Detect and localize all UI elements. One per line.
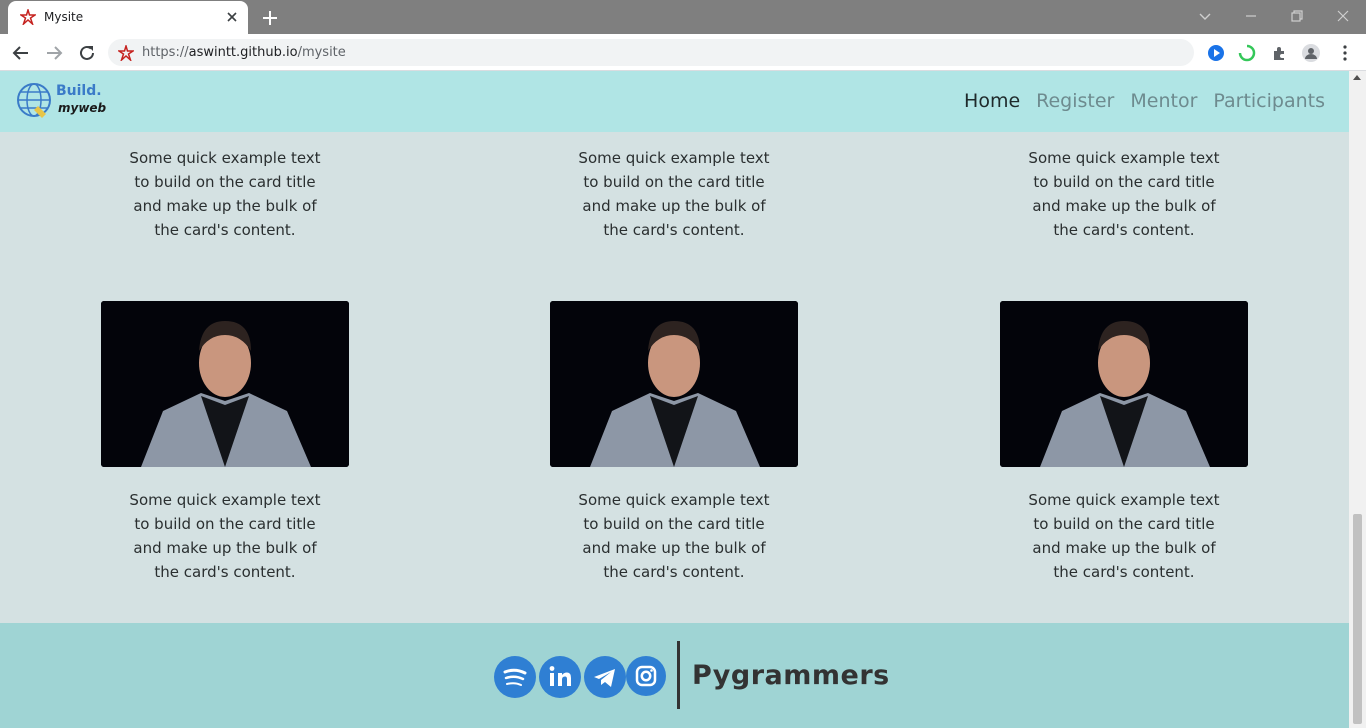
- card-image: [550, 301, 798, 467]
- brand-name-line1: Build.: [56, 83, 102, 99]
- nav-link-mentor[interactable]: Mentor: [1130, 90, 1197, 112]
- close-tab-icon[interactable]: [224, 9, 240, 25]
- card-text: Some quick example text to build on the …: [1028, 149, 1220, 239]
- back-icon[interactable]: [10, 42, 32, 64]
- person-photo-icon: [1000, 301, 1248, 467]
- person-photo-icon: [101, 301, 349, 467]
- site-favicon-icon: [20, 9, 36, 25]
- globe-logo-icon: [17, 83, 51, 118]
- browser-toolbar: https://aswintt.github.io/mysite: [0, 34, 1366, 71]
- card-image: [1000, 301, 1248, 467]
- person-photo-icon: [550, 301, 798, 467]
- site-info-icon[interactable]: [118, 45, 134, 61]
- reload-icon[interactable]: [76, 42, 98, 64]
- close-window-icon[interactable]: [1333, 6, 1353, 26]
- nav-link-home[interactable]: Home: [964, 90, 1020, 112]
- restore-icon[interactable]: [1287, 6, 1307, 26]
- footer-brand-name: Pygrammers: [692, 660, 890, 691]
- card-text: Some quick example text to build on the …: [578, 149, 770, 239]
- card-text: Some quick example text to build on the …: [129, 149, 321, 239]
- profile-avatar-icon[interactable]: [1301, 43, 1321, 63]
- tab-title: Mysite: [44, 10, 84, 24]
- scroll-up-arrow-icon[interactable]: [1353, 75, 1361, 80]
- card-text: Some quick example text to build on the …: [129, 491, 321, 581]
- menu-kebab-icon[interactable]: [1335, 43, 1355, 63]
- spotify-icon[interactable]: [494, 656, 536, 698]
- page-viewport: Build. myweb Home Register Mentor Partic…: [0, 71, 1349, 728]
- card-text: Some quick example text to build on the …: [578, 491, 770, 581]
- extensions-icon[interactable]: [1270, 43, 1290, 63]
- instagram-icon[interactable]: [626, 656, 666, 696]
- brand-name-line2: myweb: [58, 101, 107, 115]
- footer-divider: [677, 641, 680, 709]
- page-scrollbar[interactable]: [1349, 71, 1366, 728]
- site-footer: Pygrammers: [0, 623, 1349, 728]
- site-logo[interactable]: Build. myweb: [16, 82, 106, 122]
- address-bar[interactable]: https://aswintt.github.io/mysite: [108, 39, 1194, 66]
- site-navbar: Build. myweb Home Register Mentor Partic…: [0, 71, 1349, 132]
- browser-tab-strip: Mysite: [0, 0, 1366, 34]
- minimize-icon[interactable]: [1241, 6, 1261, 26]
- nav-link-participants[interactable]: Participants: [1213, 90, 1325, 112]
- forward-icon[interactable]: [43, 42, 65, 64]
- browser-tab[interactable]: Mysite: [8, 1, 248, 34]
- media-extension-icon[interactable]: [1206, 43, 1226, 63]
- linkedin-icon[interactable]: [539, 656, 581, 698]
- card-image: [101, 301, 349, 467]
- tab-search-icon[interactable]: [1195, 6, 1215, 26]
- telegram-icon[interactable]: [584, 656, 626, 698]
- scrollbar-thumb[interactable]: [1353, 514, 1362, 724]
- nav-link-register[interactable]: Register: [1036, 90, 1114, 112]
- new-tab-icon[interactable]: [260, 8, 280, 28]
- nav-links: Home Register Mentor Participants: [964, 90, 1325, 112]
- url-text: https://aswintt.github.io/mysite: [142, 45, 346, 60]
- loading-extension-icon[interactable]: [1237, 43, 1257, 63]
- card-text: Some quick example text to build on the …: [1028, 491, 1220, 581]
